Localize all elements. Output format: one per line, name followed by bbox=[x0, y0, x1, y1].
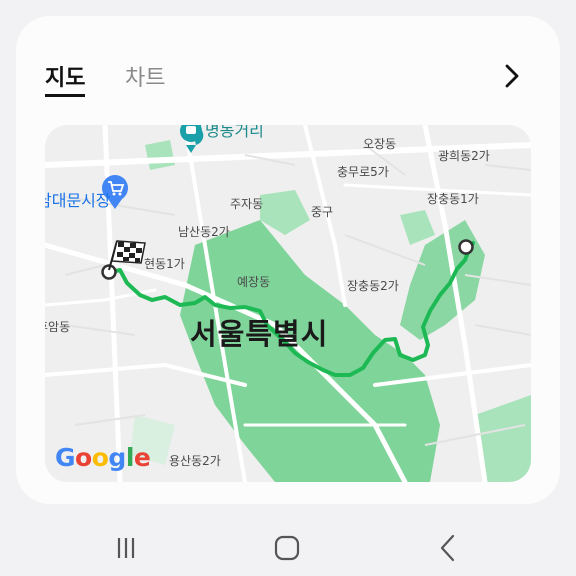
map-label-chungmuro: 충무로5가 bbox=[337, 165, 389, 179]
route-map[interactable]: 명동거리 남대문시장 오장동 광희동2가 충무로5가 장충동1가 주자동 중구 … bbox=[45, 125, 531, 482]
home-icon[interactable] bbox=[267, 528, 307, 568]
map-label-station: 명동거리 bbox=[205, 125, 264, 140]
map-label-yongsan2: 용산동2가 bbox=[169, 454, 221, 468]
map-label-huam: 후암동 bbox=[45, 320, 71, 334]
map-label-city: 서울특별시 bbox=[190, 317, 329, 351]
map-label-juja: 주자동 bbox=[230, 197, 264, 211]
route-end-marker bbox=[458, 239, 474, 255]
recent-apps-icon[interactable] bbox=[106, 528, 146, 568]
map-label-jangchung1: 장충동1가 bbox=[427, 192, 479, 206]
map-label-gwanghui: 광희동2가 bbox=[438, 149, 490, 163]
map-background bbox=[45, 125, 531, 482]
back-icon[interactable] bbox=[428, 528, 468, 568]
system-nav-bar bbox=[0, 510, 576, 576]
map-label-yejang: 예장동 bbox=[237, 275, 271, 289]
map-label-jung: 중구 bbox=[311, 205, 334, 219]
chevron-right-icon[interactable] bbox=[500, 62, 524, 90]
subway-icon bbox=[180, 125, 204, 153]
google-logo: Google bbox=[55, 443, 151, 472]
tab-map[interactable]: 지도 bbox=[45, 60, 86, 97]
map-label-market: 남대문시장 bbox=[45, 191, 111, 210]
map-label-ojang: 오장동 bbox=[363, 137, 397, 151]
tab-chart[interactable]: 차트 bbox=[125, 60, 165, 92]
map-label-namsan2: 남산동2가 bbox=[178, 225, 230, 239]
map-label-jangchung2: 장충동2가 bbox=[347, 279, 399, 293]
